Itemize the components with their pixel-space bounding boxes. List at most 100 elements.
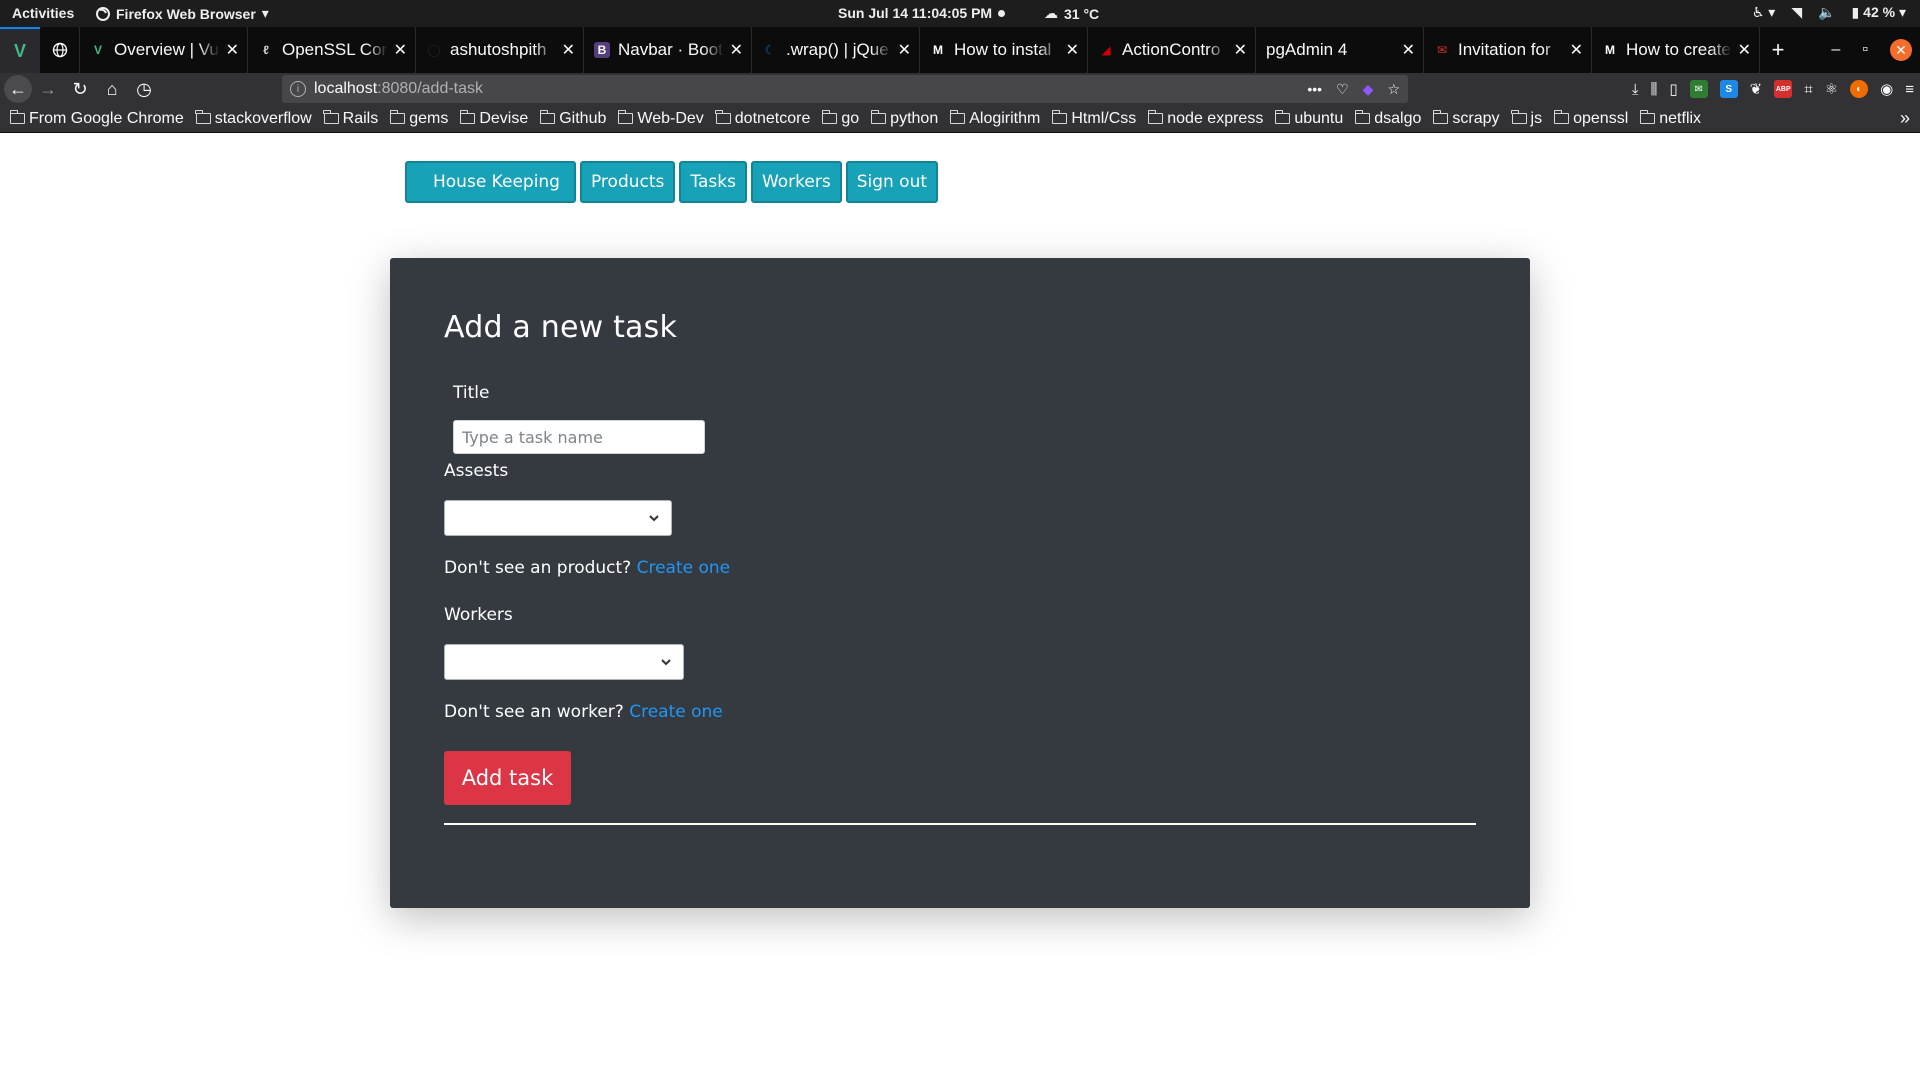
tab-globe[interactable] [40,27,80,73]
browser-tab[interactable]: pgAdmin 4 ✕ [1256,27,1424,73]
home-button[interactable]: ⌂ [96,73,128,105]
nav-house-keeping[interactable]: House Keeping [405,161,576,203]
close-tab-icon[interactable]: ✕ [1066,40,1079,60]
chevron-down-icon [649,515,659,522]
nav-sign-out[interactable]: Sign out [845,161,939,203]
bookmark-folder[interactable]: Alogirithm [949,110,1040,128]
bookmark-folder[interactable]: Github [539,110,606,128]
bookmark-folder[interactable]: Html/Css [1051,110,1136,128]
assets-select[interactable] [444,500,672,536]
bookmark-folder[interactable]: python [870,110,938,128]
minimize-icon[interactable]: – [1831,41,1840,59]
adblock-icon[interactable]: ABP [1774,80,1793,98]
bookmark-folder[interactable]: From Google Chrome [9,110,184,128]
browser-tab[interactable]: ☾ .wrap() | jQue ✕ [752,27,920,73]
folder-icon [821,110,838,124]
bookmark-folder[interactable]: ubuntu [1274,110,1343,128]
bookmark-folder[interactable]: Devise [459,110,528,128]
reload-button[interactable]: ↻ [64,73,96,105]
gmail-icon: ✉ [1436,43,1448,57]
app-menu[interactable]: Firefox Web Browser ▾ [96,5,269,22]
crop-icon[interactable]: ⌗ [1804,81,1812,98]
extension-icon[interactable]: ◆ [1363,81,1374,98]
create-product-link[interactable]: Create one [637,558,731,578]
pocket-icon[interactable]: ♡ [1336,81,1349,98]
bookmark-folder[interactable]: dotnetcore [715,110,810,128]
downloads-icon[interactable]: ⤓ [1632,81,1639,98]
bookmark-folder[interactable]: scrapy [1432,110,1500,128]
menu-icon[interactable]: ≡ [1905,81,1914,98]
task-title-input[interactable] [453,420,705,454]
browser-tab[interactable]: ℓ OpenSSL Com ✕ [248,27,416,73]
activities-button[interactable]: Activities [12,5,74,21]
forward-button[interactable]: → [32,73,64,105]
bookmark-folder[interactable]: gems [389,110,448,128]
folder-icon [870,110,887,124]
openssl-icon: ℓ [263,43,269,57]
workers-select[interactable] [444,644,684,680]
tab-title: .wrap() | jQue [786,40,889,59]
bookmark-folder[interactable]: Rails [323,110,378,128]
tab-vue-active[interactable]: V [0,27,40,73]
bookmark-label: dsalgo [1374,109,1422,127]
account-icon[interactable]: ◉ [1880,80,1893,98]
info-icon[interactable]: i [290,81,306,97]
browser-tab[interactable]: M How to create ✕ [1592,27,1760,73]
bookmark-folder[interactable]: dsalgo [1354,109,1422,128]
extension-orange-icon[interactable]: ◐ [1850,80,1869,98]
history-icon[interactable]: ◷ [128,73,160,105]
extension-s-icon[interactable]: S [1719,80,1738,98]
bookmark-label: node express [1167,109,1264,127]
extension-green-icon[interactable]: ✉ [1689,80,1708,98]
back-button[interactable]: ← [4,75,32,103]
bookmark-folder[interactable]: Web-Dev [617,110,704,128]
close-tab-icon[interactable]: ✕ [394,40,407,60]
browser-tab[interactable]: ✉ Invitation for ✕ [1424,27,1592,73]
chevron-right-icon[interactable]: » [1900,108,1910,129]
close-tab-icon[interactable]: ✕ [1234,40,1247,60]
close-window-icon[interactable]: ✕ [1890,39,1912,61]
browser-tab[interactable]: B Navbar · Boot ✕ [584,27,752,73]
library-icon[interactable]: ⫼ [1650,81,1657,98]
add-task-button[interactable]: Add task [444,751,571,805]
close-tab-icon[interactable]: ✕ [1570,40,1583,60]
close-tab-icon[interactable]: ✕ [226,40,239,60]
more-actions-icon[interactable]: ••• [1307,81,1322,97]
nav-tasks[interactable]: Tasks [679,161,747,203]
bookmarks-bar: From Google Chrome stackoverflow Rails gems… [0,105,1920,133]
tab-title: How to instal [954,40,1052,59]
create-worker-link[interactable]: Create one [629,702,723,722]
bookmark-star-icon[interactable]: ☆ [1387,81,1400,98]
close-tab-icon[interactable]: ✕ [1738,40,1751,60]
chevron-down-icon: ▾ [261,5,269,21]
close-tab-icon[interactable]: ✕ [1402,40,1415,60]
browser-tab[interactable]: V Overview | Vu ✕ [80,27,248,73]
close-tab-icon[interactable]: ✕ [730,40,743,60]
browser-tab[interactable]: ◢ ActionContro ✕ [1088,27,1256,73]
close-tab-icon[interactable]: ✕ [562,40,575,60]
system-tray[interactable]: ♿ ▾ ◥ 🔈 ▮ 42 % ▾ [1752,4,1906,21]
nav-products[interactable]: Products [579,161,676,203]
page-content: House Keeping Products Tasks Workers Sig… [0,134,1920,1080]
url-bar[interactable]: i localhost:8080/add-task ••• ♡ ◆ ☆ [282,75,1408,103]
clock-label: Sun Jul 14 11:04:05 PM [838,5,993,21]
bookmark-folder[interactable]: go [821,110,859,128]
extension-leaf-icon[interactable]: ❦ [1750,80,1763,98]
weather[interactable]: ☁ 31 °C [1044,5,1099,22]
bookmark-folder[interactable]: netflix [1639,110,1701,128]
browser-tab[interactable]: M How to instal ✕ [920,27,1088,73]
medium-icon: M [1605,43,1615,57]
url-actions: ••• ♡ ◆ ☆ [1307,81,1400,98]
bookmark-folder[interactable]: node express [1147,109,1264,128]
browser-tab[interactable]: ◯ ashutoshpith ✕ [416,27,584,73]
close-tab-icon[interactable]: ✕ [898,40,911,60]
react-devtools-icon[interactable]: ⚛ [1825,80,1838,98]
bookmark-folder[interactable]: stackoverflow [195,110,312,128]
bookmark-folder[interactable]: js [1511,110,1542,128]
bookmark-folder[interactable]: openssl [1553,110,1628,128]
nav-workers[interactable]: Workers [750,161,842,203]
sidebar-icon[interactable]: ▯ [1669,80,1677,98]
maximize-icon[interactable]: ▫ [1862,41,1868,59]
clock[interactable]: Sun Jul 14 11:04:05 PM [838,5,1006,21]
new-tab-button[interactable]: + [1760,27,1796,73]
